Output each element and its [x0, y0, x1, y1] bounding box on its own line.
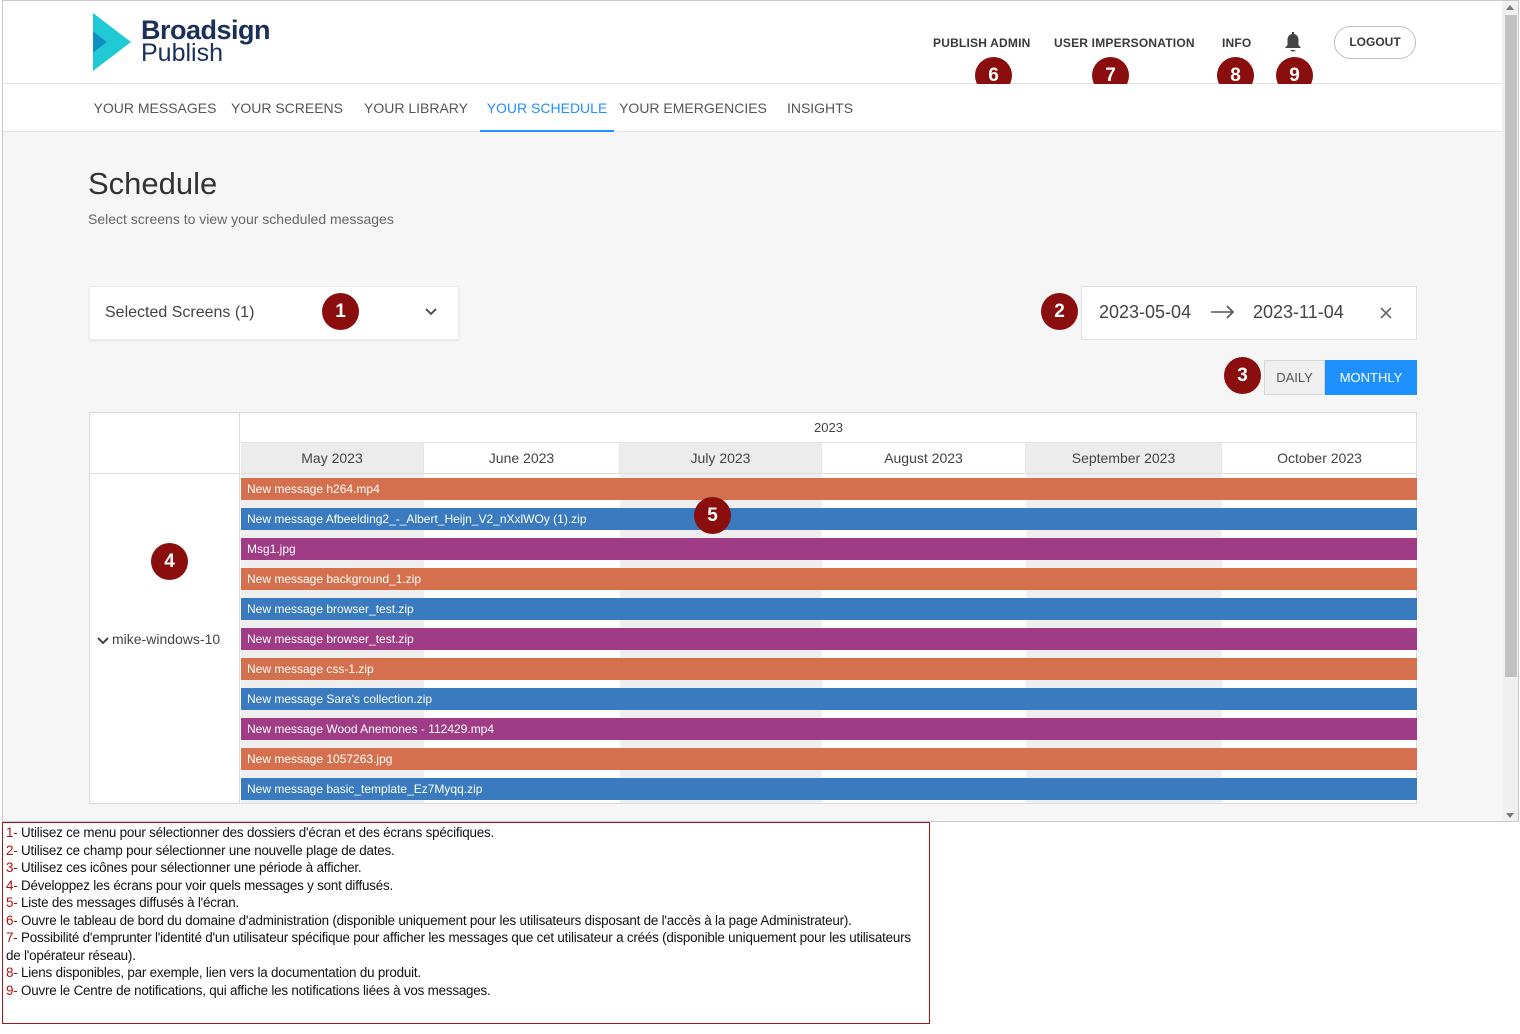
annotation-legend: 1- Utilisez ce menu pour sélectionner de…: [2, 822, 930, 1024]
broadsign-publish-logo[interactable]: Broadsign Publish: [89, 11, 271, 71]
message-bar[interactable]: New message Wood Anemones - 112429.mp4: [241, 718, 1417, 740]
tab-your-emergencies[interactable]: YOUR EMERGENCIES: [617, 84, 769, 132]
legend-number: 9-: [6, 982, 18, 998]
legend-number: 4-: [6, 877, 18, 893]
logo-product-text: Publish: [141, 39, 223, 67]
legend-item: 7- Possibilité d'emprunter l'identité d'…: [6, 929, 926, 964]
screen-select-dropdown[interactable]: Selected Screens (1): [89, 286, 459, 340]
message-bar[interactable]: New message Sara's collection.zip: [241, 688, 1417, 710]
legend-number: 6-: [6, 912, 18, 928]
legend-text: Ouvre le Centre de notifications, qui af…: [17, 982, 491, 998]
message-bar[interactable]: New message basic_template_Ez7Myqq.zip: [241, 778, 1417, 800]
logout-button[interactable]: LOGOUT: [1334, 26, 1416, 59]
arrow-right-icon: [1211, 305, 1235, 319]
tab-your-screens[interactable]: YOUR SCREENS: [227, 84, 347, 132]
legend-number: 8-: [6, 965, 18, 980]
browser-viewport: Broadsign Publish PUBLISH ADMIN USER IMP…: [2, 0, 1519, 822]
scrollbar-thumb[interactable]: [1505, 15, 1517, 677]
legend-text: Ouvre le tableau de bord du domaine d'ad…: [17, 912, 852, 928]
annotation-marker-2: 2: [1041, 293, 1078, 330]
annotation-marker-5: 5: [694, 497, 731, 534]
legend-text: Liste des messages diffusés à l'écran.: [17, 895, 240, 910]
daily-view-button[interactable]: DAILY: [1264, 360, 1325, 395]
date-range-picker[interactable]: 2023-05-04 2023-11-04: [1081, 286, 1417, 340]
message-bar[interactable]: New message h264.mp4: [241, 478, 1417, 500]
message-bar[interactable]: New message Afbeelding2_-_Albert_Heijn_V…: [241, 508, 1417, 530]
chevron-down-icon: [425, 308, 437, 316]
tab-your-schedule[interactable]: YOUR SCHEDULE: [480, 84, 614, 132]
legend-text: Possibilité d'emprunter l'identité d'un …: [6, 930, 911, 963]
legend-item: 2- Utilisez ce champ pour sélectionner u…: [6, 842, 926, 860]
page-title: Schedule: [88, 166, 218, 201]
legend-text: Utilisez ce champ pour sélectionner une …: [17, 842, 395, 858]
legend-number: 2-: [6, 842, 18, 858]
month-header: May 2023: [241, 443, 424, 474]
start-date-input[interactable]: 2023-05-04: [1099, 302, 1191, 323]
message-bar[interactable]: New message browser_test.zip: [241, 628, 1417, 650]
scroll-down-icon[interactable]: [1506, 813, 1514, 818]
month-header: September 2023: [1026, 443, 1222, 474]
legend-item: 1- Utilisez ce menu pour sélectionner de…: [6, 824, 926, 842]
legend-number: 7-: [6, 930, 18, 945]
chevron-down-icon: [97, 637, 109, 645]
legend-item: 6- Ouvre le tableau de bord du domaine d…: [6, 912, 926, 930]
schedule-timeline: mike-windows-10 2023 May 2023 June 2023 …: [89, 412, 1417, 804]
legend-item: 4- Développez les écrans pour voir quels…: [6, 877, 926, 895]
top-header: Broadsign Publish PUBLISH ADMIN USER IMP…: [3, 1, 1502, 94]
logo-mark-icon: [93, 13, 131, 71]
screen-column: mike-windows-10: [90, 413, 240, 803]
message-bar[interactable]: New message background_1.zip: [241, 568, 1417, 590]
message-bar[interactable]: New message css-1.zip: [241, 658, 1417, 680]
vertical-scrollbar[interactable]: [1502, 1, 1518, 821]
bell-icon[interactable]: [1283, 32, 1303, 54]
legend-item: 5- Liste des messages diffusés à l'écran…: [6, 894, 926, 912]
legend-item: 8- Liens disponibles, par exemple, lien …: [6, 964, 926, 982]
end-date-input[interactable]: 2023-11-04: [1253, 302, 1344, 323]
legend-item: 3- Utilisez ces icônes pour sélectionner…: [6, 859, 926, 877]
month-header: October 2023: [1222, 443, 1417, 474]
message-bar[interactable]: Msg1.jpg: [241, 538, 1417, 560]
annotation-marker-4: 4: [151, 543, 188, 580]
info-link[interactable]: INFO: [1222, 36, 1251, 50]
month-header: July 2023: [620, 443, 822, 474]
publish-admin-link[interactable]: PUBLISH ADMIN: [933, 36, 1031, 50]
message-bar[interactable]: New message browser_test.zip: [241, 598, 1417, 620]
month-header: August 2023: [822, 443, 1026, 474]
main-nav: YOUR MESSAGES YOUR SCREENS YOUR LIBRARY …: [3, 84, 1502, 132]
legend-text: Liens disponibles, par exemple, lien ver…: [17, 965, 421, 980]
year-header: 2023: [240, 413, 1417, 443]
screen-select-value: Selected Screens (1): [105, 304, 255, 321]
annotation-marker-3: 3: [1224, 357, 1261, 394]
tab-insights[interactable]: INSIGHTS: [779, 84, 861, 132]
screen-row-toggle[interactable]: mike-windows-10: [97, 631, 220, 647]
legend-item: 9- Ouvre le Centre de notifications, qui…: [6, 982, 926, 1000]
message-bar[interactable]: New message 1057263.jpg: [241, 748, 1417, 770]
tab-your-messages[interactable]: YOUR MESSAGES: [89, 84, 221, 132]
legend-text: Utilisez ce menu pour sélectionner des d…: [17, 825, 494, 840]
legend-number: 5-: [6, 895, 18, 910]
annotation-marker-1: 1: [322, 293, 359, 330]
scroll-up-icon[interactable]: [1506, 5, 1514, 10]
legend-number: 1-: [6, 825, 18, 840]
legend-text: Développez les écrans pour voir quels me…: [17, 877, 393, 893]
tab-your-library[interactable]: YOUR LIBRARY: [357, 84, 475, 132]
screen-column-header: [90, 413, 240, 474]
screen-name: mike-windows-10: [112, 631, 221, 647]
legend-number: 3-: [6, 860, 18, 875]
close-icon[interactable]: [1379, 306, 1393, 320]
month-header: June 2023: [424, 443, 620, 474]
monthly-view-button[interactable]: MONTHLY: [1325, 360, 1417, 395]
user-impersonation-link[interactable]: USER IMPERSONATION: [1054, 36, 1195, 50]
page-subtitle: Select screens to view your scheduled me…: [88, 211, 394, 227]
legend-text: Utilisez ces icônes pour sélectionner un…: [17, 860, 362, 875]
